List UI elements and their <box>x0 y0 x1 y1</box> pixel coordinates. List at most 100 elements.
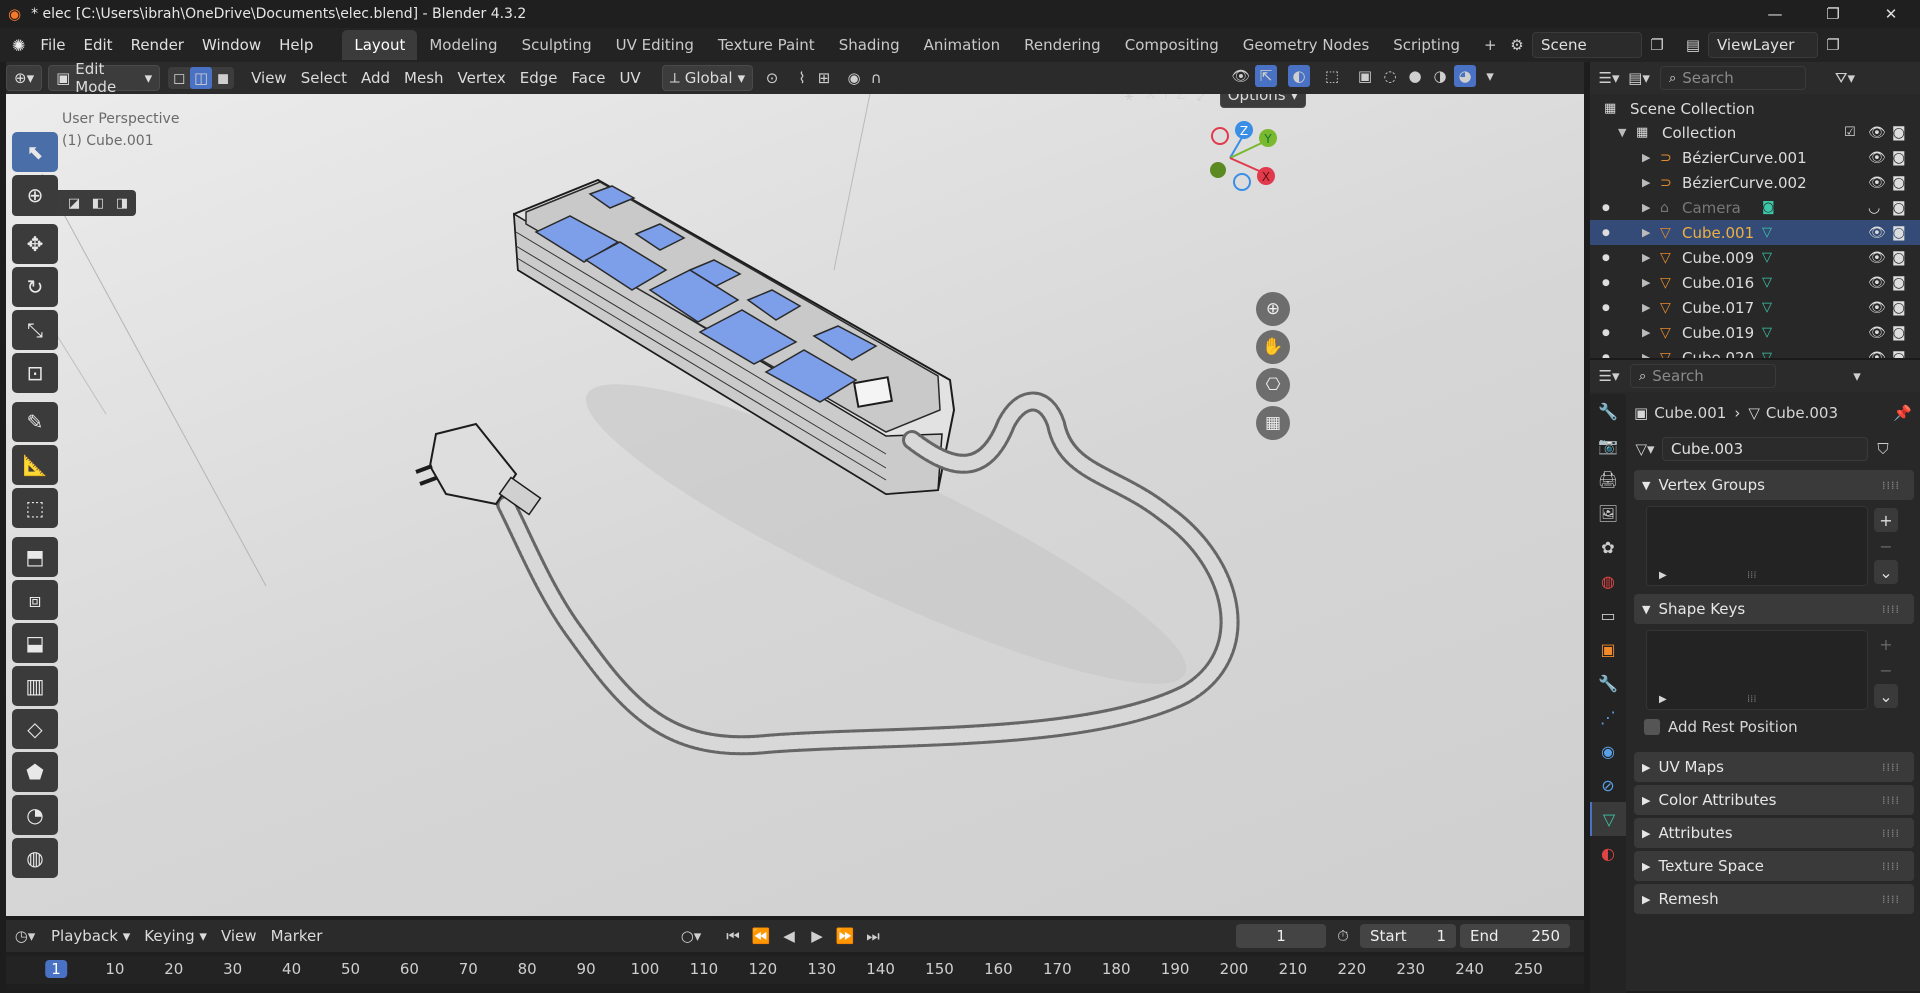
menu-edit[interactable]: Edit <box>75 30 122 60</box>
solid-shading-icon[interactable]: ● <box>1404 65 1426 87</box>
render-tab-icon[interactable]: 📷 <box>1590 428 1626 462</box>
particles-tab-icon[interactable]: ⋰ <box>1590 700 1626 734</box>
move-tool-icon[interactable]: ✥ <box>12 224 58 264</box>
drag-handle-icon[interactable]: ⁞⁞⁞⁞ <box>1882 827 1900 840</box>
mesh-data-icon[interactable]: ▽ <box>1762 275 1772 290</box>
options-button[interactable]: Options ▾ <box>1219 94 1307 108</box>
new-scene-icon[interactable]: ❐ <box>1646 34 1668 56</box>
mesh-data-icon[interactable]: ▽ <box>1762 325 1772 340</box>
close-button[interactable]: ✕ <box>1862 0 1920 28</box>
remove-shape-key-button[interactable]: − <box>1874 658 1898 682</box>
collection-tab-icon[interactable]: ▭ <box>1590 598 1626 632</box>
camera-render-icon[interactable]: ◙ <box>1892 200 1906 216</box>
shape-keys-list[interactable]: ▶ ⁞⁞⁞ <box>1646 630 1868 710</box>
knife-tool-icon[interactable]: ◇ <box>12 709 58 749</box>
drag-handle-icon[interactable]: ⁞⁞⁞⁞ <box>1882 479 1900 492</box>
transform-tool-icon[interactable]: ⊡ <box>12 353 58 393</box>
drag-handle-icon[interactable]: ⁞⁞⁞⁞ <box>1882 794 1900 807</box>
menu-select[interactable]: Select <box>294 65 354 91</box>
uv-maps-panel[interactable]: ▶ UV Maps ⁞⁞⁞⁞ <box>1634 752 1914 782</box>
rendered-shading-icon[interactable]: ◕ <box>1454 65 1476 87</box>
mesh-browse-icon[interactable]: ▽▾ <box>1634 438 1656 460</box>
annotate-tool-icon[interactable]: ✎ <box>12 402 58 442</box>
eye-icon[interactable]: 👁 <box>1868 300 1886 316</box>
axis-y-toggle[interactable]: Y <box>1162 94 1171 103</box>
outliner-dot-icon[interactable]: ● <box>1602 278 1610 288</box>
camera-render-icon[interactable]: ◙ <box>1892 125 1906 141</box>
3d-viewport[interactable]: Z Y X User Perspective (1) Cube.001 ⬚ ◩ … <box>6 94 1584 916</box>
play-reverse-icon[interactable]: ◀ <box>778 925 800 947</box>
end-frame-field[interactable]: End 250 <box>1460 924 1570 948</box>
menu-help[interactable]: Help <box>270 30 322 60</box>
menu-file[interactable]: File <box>31 30 74 60</box>
poly-build-tool-icon[interactable]: ⬟ <box>12 752 58 792</box>
menu-edge[interactable]: Edge <box>513 65 565 91</box>
menu-view[interactable]: View <box>244 65 294 91</box>
loop-cut-tool-icon[interactable]: ▥ <box>12 666 58 706</box>
texture-space-panel[interactable]: ▶ Texture Space ⁞⁞⁞⁞ <box>1634 851 1914 881</box>
chevron-right-icon[interactable]: ▶ <box>1642 151 1650 164</box>
remesh-panel[interactable]: ▶ Remesh ⁞⁞⁞⁞ <box>1634 884 1914 914</box>
view-layer-tab-icon[interactable]: 🖼 <box>1590 496 1626 530</box>
outliner-search[interactable]: ⌕ Search <box>1660 66 1806 90</box>
mesh-data-icon[interactable]: ▽ <box>1762 300 1772 315</box>
properties-search[interactable]: ⌕ Search <box>1630 364 1776 388</box>
outliner-dot-icon[interactable]: ● <box>1602 303 1610 313</box>
mirror-icon[interactable]: ⚹ <box>1118 94 1140 106</box>
scene-selector[interactable]: Scene <box>1532 32 1642 58</box>
eye-icon[interactable]: 👁 <box>1868 150 1886 166</box>
menu-render[interactable]: Render <box>122 30 193 60</box>
eye-icon[interactable]: 👁 <box>1868 325 1886 341</box>
camera-render-icon[interactable]: ◙ <box>1892 300 1906 316</box>
tab-rendering[interactable]: Rendering <box>1012 30 1113 60</box>
tab-compositing[interactable]: Compositing <box>1113 30 1231 60</box>
chevron-right-icon[interactable]: ▶ <box>1642 251 1650 264</box>
chevron-right-icon[interactable]: ▶ <box>1642 201 1650 214</box>
outliner-item[interactable]: ● ▶ ▽ Cube.009 ▽ 👁 ◙ <box>1590 245 1920 270</box>
pin-icon[interactable]: 📌 <box>1893 404 1912 422</box>
data-tab-icon[interactable]: ▽ <box>1590 802 1626 836</box>
camera-view-icon[interactable]: ⎔ <box>1256 368 1290 402</box>
menu-marker[interactable]: Marker <box>264 923 330 949</box>
eye-icon[interactable]: 👁 <box>1868 175 1886 191</box>
outliner-item[interactable]: ● ▶ ▽ Cube.017 ▽ 👁 ◙ <box>1590 295 1920 320</box>
outliner-item[interactable]: ▶ ⊃ BézierCurve.001 👁 ◙ <box>1590 145 1920 170</box>
mode-selector[interactable]: ▣ Edit Mode ▾ <box>48 60 161 96</box>
filter-icon[interactable]: ⛛▾ <box>1834 67 1856 89</box>
options-dropdown-icon[interactable]: ▾ <box>1846 365 1868 387</box>
view-layer-icon[interactable]: ▤ <box>1682 34 1704 56</box>
drag-handle-icon[interactable]: ⁞⁞⁞⁞ <box>1882 893 1900 906</box>
visibility-icon[interactable]: 👁 <box>1230 65 1252 87</box>
rotate-tool-icon[interactable]: ↻ <box>12 267 58 307</box>
eye-icon[interactable]: 👁 <box>1868 275 1886 291</box>
outliner-dot-icon[interactable]: ● <box>1602 253 1610 263</box>
snap-target-icon[interactable]: ⊞ <box>813 67 835 89</box>
expand-triangle-icon[interactable]: ▶ <box>1659 694 1667 705</box>
new-view-layer-icon[interactable]: ❐ <box>1822 34 1844 56</box>
zoom-icon[interactable]: ⊕ <box>1256 292 1290 326</box>
blender-menu-icon[interactable]: ✺ <box>12 36 25 55</box>
extrude-tool-icon[interactable]: ⬒ <box>12 537 58 577</box>
physics-tab-icon[interactable]: ◉ <box>1590 734 1626 768</box>
output-tab-icon[interactable]: 🖨 <box>1590 462 1626 496</box>
outliner-item[interactable]: ● ▶ ▽ Cube.019 ▽ 👁 ◙ <box>1590 320 1920 345</box>
camera-render-icon[interactable]: ◙ <box>1892 275 1906 291</box>
menu-add[interactable]: Add <box>354 65 397 91</box>
jump-start-icon[interactable]: ⏮ <box>722 925 744 947</box>
prev-keyframe-icon[interactable]: ⏪ <box>750 925 772 947</box>
tab-modeling[interactable]: Modeling <box>417 30 509 60</box>
mesh-data-icon[interactable]: ▽ <box>1762 250 1772 265</box>
chevron-right-icon[interactable]: ▶ <box>1642 301 1650 314</box>
constraints-tab-icon[interactable]: ⊘ <box>1590 768 1626 802</box>
editor-type-button[interactable]: ⊕▾ <box>6 65 43 91</box>
tab-sculpting[interactable]: Sculpting <box>510 30 604 60</box>
color-attributes-panel[interactable]: ▶ Color Attributes ⁞⁞⁞⁞ <box>1634 785 1914 815</box>
shading-options-icon[interactable]: ▾ <box>1479 65 1501 87</box>
camera-render-icon[interactable]: ◙ <box>1892 150 1906 166</box>
resize-grip-icon[interactable]: ⁞⁞⁞ <box>1747 570 1757 581</box>
chevron-down-icon[interactable]: ▼ <box>1618 126 1626 139</box>
tab-animation[interactable]: Animation <box>912 30 1012 60</box>
vertex-groups-panel[interactable]: ▼ Vertex Groups ⁞⁞⁞⁞ <box>1634 470 1914 500</box>
record-icon[interactable]: ○▾ <box>680 925 702 947</box>
select-intersect-icon[interactable]: ◨ <box>110 192 134 214</box>
